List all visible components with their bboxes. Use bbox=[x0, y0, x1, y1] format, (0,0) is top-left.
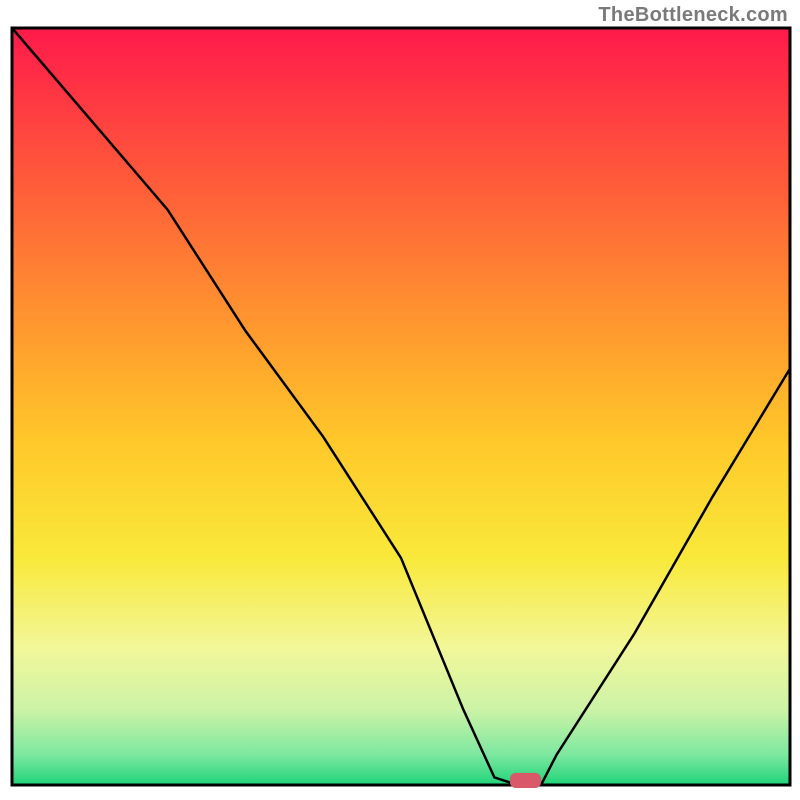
chart-container: TheBottleneck.com bbox=[0, 0, 800, 800]
bottleneck-chart bbox=[0, 0, 800, 800]
optimal-marker bbox=[510, 773, 541, 788]
gradient-background bbox=[12, 28, 790, 785]
